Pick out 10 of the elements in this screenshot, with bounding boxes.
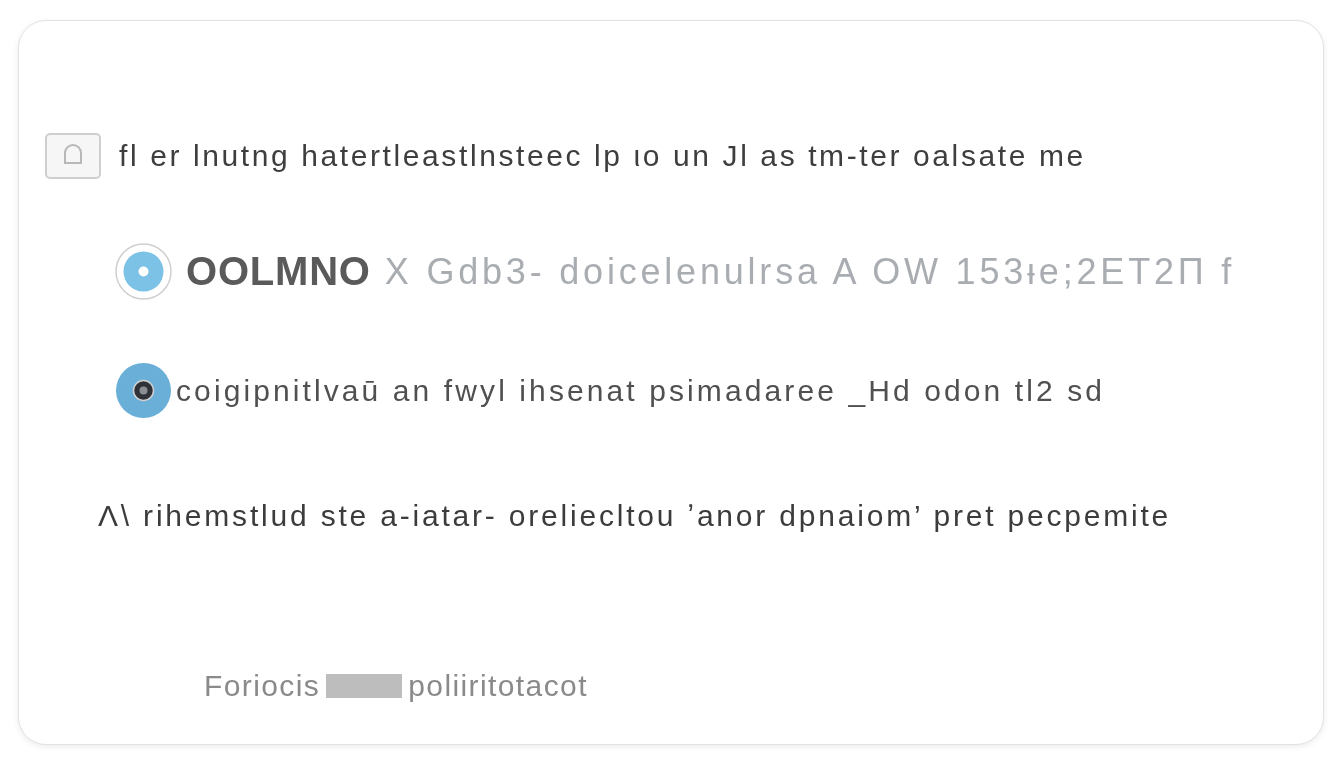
option-text: coigipnitlvaū an fwyl ihsenat psimadaree _Hd odon tl2 sd (176, 373, 1106, 408)
checkbox[interactable] (45, 133, 101, 179)
paragraph-text: Λ\ rihemstlud ste a-iatar- oreliecltou ʼanor dpnaiom’ pret pecpemite (98, 499, 1172, 533)
option-text: fl er lnutng hatertleastlnsteec lp ιo un Jl as tm-ter oalsate me (119, 139, 1086, 173)
radio-button[interactable] (115, 243, 172, 300)
option-label: OOLMNO (186, 249, 371, 294)
footer-text: poliiritotacot (408, 669, 588, 703)
radio-button[interactable] (115, 362, 172, 419)
option-text: X Gdb3- doicelenulrsa A OW 153ᵻe;2ET2Π f (384, 250, 1236, 293)
footer-text: Foriocis (204, 669, 321, 703)
